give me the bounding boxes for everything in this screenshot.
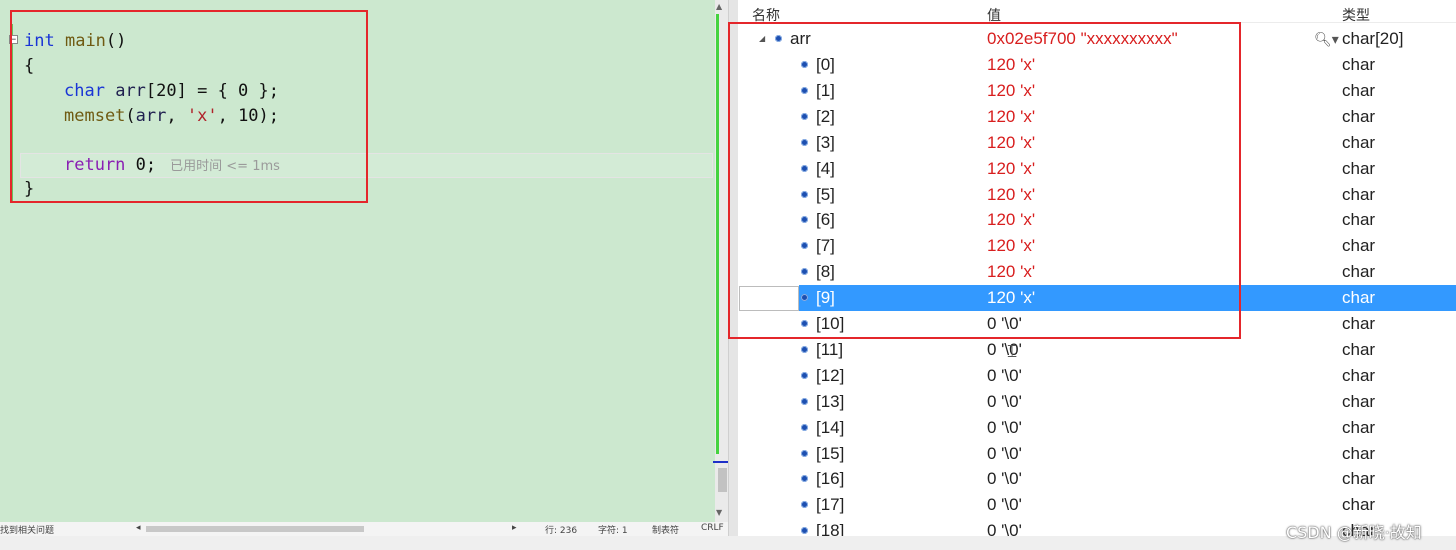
watch-row[interactable]: [15] 0 '\0' char <box>738 441 1456 467</box>
watch-type: char <box>1342 391 1376 411</box>
watch-name: [14] <box>816 417 845 437</box>
watch-type: char <box>1342 469 1376 489</box>
watch-type: char <box>1342 288 1376 308</box>
variable-icon <box>801 371 808 379</box>
watch-name: [12] <box>816 365 845 385</box>
watch-type: char <box>1342 55 1376 74</box>
watch-type: char <box>1342 80 1376 100</box>
watch-name: [13] <box>816 391 845 411</box>
code-editor[interactable]: − int main() { char arr[20] = { 0 }; mem… <box>0 0 728 522</box>
variable-icon <box>801 397 808 405</box>
scroll-down-arrow-icon[interactable]: ▼ <box>716 508 722 517</box>
watch-row[interactable]: [14] 0 '\0' char <box>738 415 1456 441</box>
scroll-left-arrow-icon[interactable]: ◂ <box>136 523 141 533</box>
watch-value[interactable]: 0 '\0' <box>987 415 1022 441</box>
watch-row[interactable]: [13] 0 '\0' char <box>738 389 1456 415</box>
variable-icon <box>801 501 808 509</box>
watch-value[interactable]: 0 '\0' <box>987 441 1022 467</box>
scroll-right-arrow-icon[interactable]: ▸ <box>512 523 517 533</box>
scrollbar-change-marker <box>716 14 719 454</box>
watch-type: char <box>1342 314 1376 333</box>
horizontal-scrollbar-thumb[interactable] <box>146 526 364 532</box>
watch-value[interactable]: 0 '\0' <box>987 363 1022 389</box>
watch-name: [11] <box>816 339 844 359</box>
bottom-edge <box>0 536 1456 550</box>
watch-type: char <box>1342 236 1376 256</box>
variable-icon <box>801 527 808 535</box>
watch-type: char <box>1342 184 1376 204</box>
scrollbar-caret-marker <box>713 461 728 463</box>
watch-value[interactable]: 0 '\0' <box>987 492 1022 518</box>
watch-type: char <box>1342 495 1376 515</box>
scrollbar-thumb[interactable] <box>718 468 727 492</box>
watch-name: [17] <box>816 495 845 515</box>
watch-type: char <box>1342 365 1376 385</box>
watch-row[interactable]: [11] 0 '\0' char <box>738 337 1456 363</box>
watch-value[interactable]: 0 '\0' <box>987 389 1022 415</box>
watch-type: char <box>1342 210 1376 230</box>
mouse-cursor-icon: ⌶ <box>1007 342 1018 362</box>
watch-row[interactable]: [12] 0 '\0' char <box>738 363 1456 389</box>
variable-icon <box>801 423 808 431</box>
issues-status[interactable]: 找到相关问题 <box>0 523 54 536</box>
char-indicator: 字符: 1 <box>598 526 628 536</box>
editor-status-bar: 找到相关问题 ◂ ▸ 行: 236 字符: 1 制表符 CRLF <box>0 522 728 536</box>
tabs-indicator[interactable]: 制表符 <box>652 523 679 536</box>
watch-type: char[20] <box>1342 29 1404 48</box>
scroll-up-arrow-icon[interactable]: ▲ <box>716 2 722 11</box>
variable-icon <box>801 345 808 353</box>
line-indicator: 行: 236 <box>545 526 578 536</box>
watch-type: char <box>1342 339 1376 359</box>
watch-type: char <box>1342 262 1376 282</box>
variable-icon <box>801 475 808 483</box>
watch-row[interactable]: [17] 0 '\0' char <box>738 492 1456 518</box>
variable-icon <box>801 449 808 457</box>
watch-type: char <box>1342 417 1376 437</box>
watch-name: [15] <box>816 443 845 463</box>
watch-type: char <box>1342 158 1376 178</box>
watermark: CSDN @新晓·故知 <box>1286 523 1422 542</box>
annotation-box <box>10 10 368 203</box>
watch-value[interactable]: 0 '\0' <box>987 466 1022 492</box>
watch-row[interactable]: [16] 0 '\0' char <box>738 466 1456 492</box>
eol-indicator[interactable]: CRLF <box>701 523 724 533</box>
watch-type: char <box>1342 132 1376 152</box>
annotation-box <box>728 22 1241 339</box>
watch-type: char <box>1342 106 1376 126</box>
magnifier-dropdown-icon[interactable]: 🔍︎▾ <box>1314 26 1339 52</box>
watch-type: char <box>1342 443 1376 463</box>
watch-name: [16] <box>816 469 845 489</box>
